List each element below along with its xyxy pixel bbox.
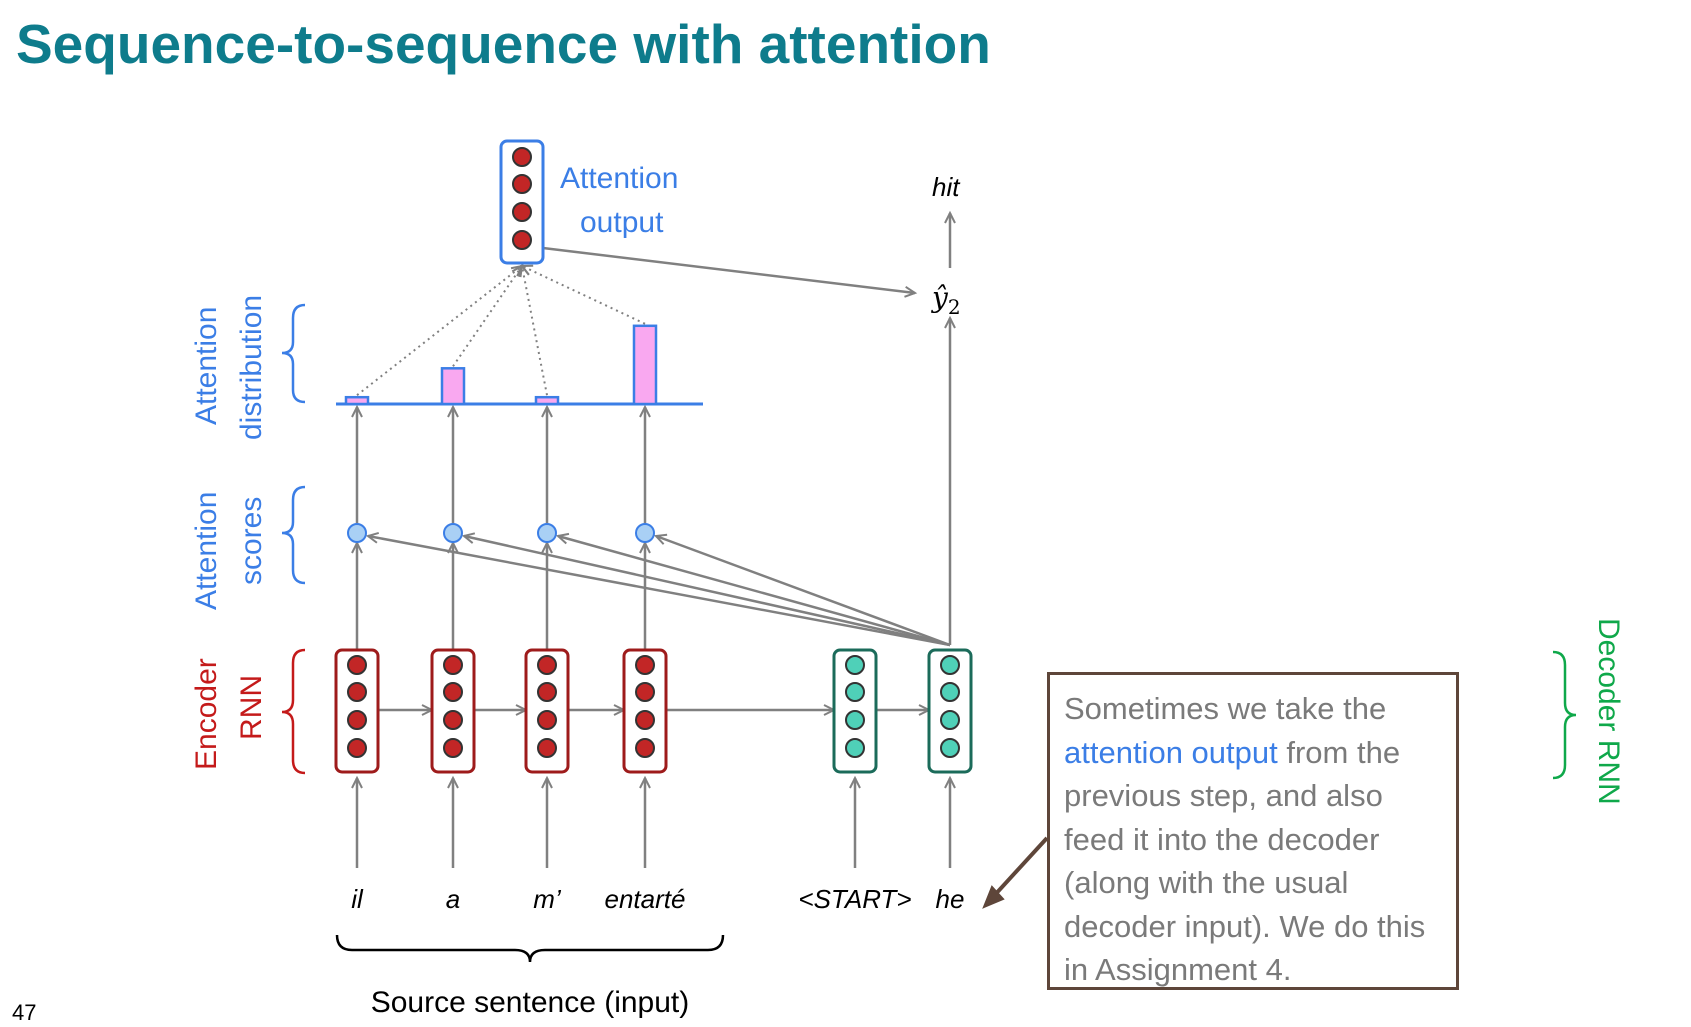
encoder-cell-1 — [334, 648, 380, 774]
attention-bar-4 — [632, 324, 658, 406]
decoder-to-score-arrow-1 — [365, 531, 951, 647]
note-text-part2: from the previous step, and also feed it… — [1064, 734, 1426, 988]
attention-output-to-yhat-arrow — [542, 246, 918, 298]
y-hat-symbol: ŷ — [930, 281, 949, 314]
encoder-cell-4 — [622, 648, 668, 774]
attention-bar-1 — [344, 395, 370, 406]
attention-score-4 — [635, 523, 655, 543]
decoder-cell-2-unit-2 — [940, 682, 960, 702]
attention-distribution-bars — [344, 324, 658, 406]
decoder-cell-2-unit-1 — [940, 655, 960, 675]
decoder-cell-1-unit-4 — [845, 738, 865, 758]
note-highlight-attention-output: attention output — [1064, 734, 1278, 770]
encoder-cell-1-unit-1 — [347, 655, 367, 675]
attention-bar-2 — [440, 367, 466, 406]
encoder-cell-3-unit-3 — [537, 710, 557, 730]
input-words: il a m’ entarté <START> he — [351, 884, 964, 914]
encoder-cell-4-unit-4 — [635, 738, 655, 758]
encoder-cell-3 — [524, 648, 570, 774]
attention-output-unit-4 — [512, 230, 532, 250]
bar-to-attention-output-dotted-3 — [518, 263, 548, 396]
note-text-part1: Sometimes we take the — [1064, 691, 1387, 726]
encoder-cell-1-unit-4 — [347, 738, 367, 758]
encoder-cell-2-unit-1 — [443, 655, 463, 675]
attention-output-label-line1: Attention — [560, 162, 678, 195]
source-word-3: m’ — [533, 884, 562, 914]
encoder-cell-2-unit-2 — [443, 682, 463, 702]
encoder-cell-4-unit-1 — [635, 655, 655, 675]
source-word-1: il — [351, 884, 364, 914]
bar-to-attention-output-dotted-4 — [519, 264, 646, 325]
y-hat-subscript: 2 — [948, 295, 961, 319]
attention-bar-3 — [534, 395, 560, 406]
encoder-label-line1: Encoder — [190, 658, 223, 770]
source-word-2: a — [446, 884, 460, 914]
decoder-cell-2-unit-3 — [940, 710, 960, 730]
encoder-cell-1-unit-2 — [347, 682, 367, 702]
attention-output-cell — [499, 139, 545, 265]
attention-output-label-line2: output — [580, 206, 664, 239]
bar-to-attention-output-dotted-2 — [452, 264, 524, 367]
encoder-cell-3-unit-4 — [537, 738, 557, 758]
encoder-brace — [281, 648, 306, 775]
encoder-cell-3-unit-1 — [537, 655, 557, 675]
attention-scores-label-line2: scores — [235, 497, 268, 585]
encoder-cell-4-unit-2 — [635, 682, 655, 702]
attention-distribution-label-line2: distribution — [235, 295, 268, 440]
decoder-cell-1-unit-2 — [845, 682, 865, 702]
attention-scores-brace — [281, 485, 306, 585]
attention-score-1 — [347, 523, 367, 543]
attention-distribution-label-line1: Attention — [190, 307, 223, 425]
decoder-to-score-arrow-4 — [653, 533, 951, 647]
y-hat-label: ŷ2 — [930, 281, 961, 319]
attention-output-unit-2 — [512, 174, 532, 194]
decoder-input-word-1: <START> — [798, 884, 911, 914]
note-callout-box: Sometimes we take the attention output f… — [1047, 672, 1459, 990]
decoder-input-word-2: he — [936, 884, 965, 914]
encoder-cell-2 — [430, 648, 476, 774]
decoder-cell-1-unit-3 — [845, 710, 865, 730]
decoder-cell-2 — [927, 648, 973, 774]
encoder-cell-2-unit-3 — [443, 710, 463, 730]
decoder-to-score-arrow-2 — [461, 532, 951, 647]
decoder-to-score-arrow-3 — [555, 532, 951, 647]
encoder-cell-2-unit-4 — [443, 738, 463, 758]
attention-scores-label-line1: Attention — [190, 492, 223, 610]
source-sentence-caption: Source sentence (input) — [371, 986, 690, 1019]
source-word-4: entarté — [605, 884, 686, 914]
source-sentence-brace — [335, 934, 725, 963]
attention-score-circles — [347, 523, 655, 543]
attention-output-unit-3 — [512, 202, 532, 222]
encoder-label-line2: RNN — [235, 675, 268, 740]
attention-score-3 — [537, 523, 557, 543]
bar-to-attention-output-dotted-1 — [356, 264, 524, 396]
encoder-cell-4-unit-3 — [635, 710, 655, 730]
decoder-cell-1 — [832, 648, 878, 774]
decoder-cell-1-unit-1 — [845, 655, 865, 675]
callout-arrow-line — [990, 836, 1049, 900]
encoder-cell-1-unit-3 — [347, 710, 367, 730]
decoder-brace — [1552, 650, 1577, 780]
attention-output-unit-1 — [512, 147, 532, 167]
attention-distribution-brace — [281, 303, 306, 404]
decoder-label: Decoder RNN — [1592, 618, 1625, 805]
output-word: hit — [932, 172, 961, 202]
attention-score-2 — [443, 523, 463, 543]
decoder-cell-2-unit-4 — [940, 738, 960, 758]
encoder-cell-3-unit-2 — [537, 682, 557, 702]
